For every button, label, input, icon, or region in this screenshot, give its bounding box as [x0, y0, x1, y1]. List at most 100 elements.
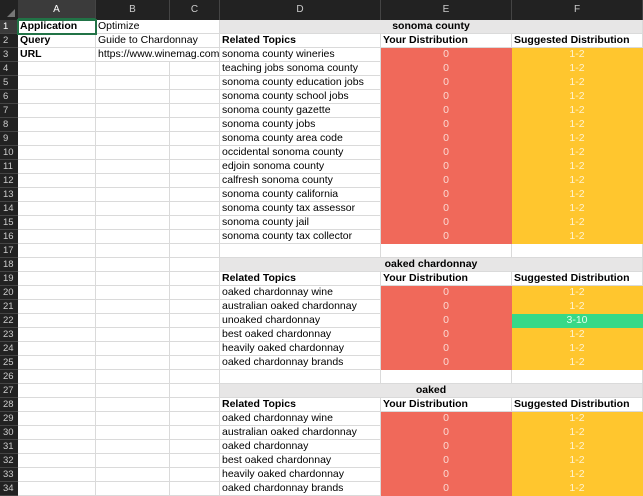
- cell[interactable]: [96, 146, 170, 160]
- header-suggested-distribution[interactable]: Suggested Distribution: [512, 398, 643, 412]
- cell[interactable]: [96, 300, 170, 314]
- your-distribution-value[interactable]: 0: [381, 160, 512, 174]
- cell[interactable]: [170, 370, 220, 384]
- cell[interactable]: [18, 90, 96, 104]
- suggested-distribution-value[interactable]: 3-10: [512, 314, 643, 328]
- cell[interactable]: [170, 244, 220, 258]
- suggested-distribution-value[interactable]: 1-2: [512, 146, 643, 160]
- row-header[interactable]: 10: [0, 146, 18, 160]
- suggested-distribution-value[interactable]: 1-2: [512, 118, 643, 132]
- your-distribution-value[interactable]: 0: [381, 104, 512, 118]
- cell[interactable]: [96, 104, 170, 118]
- section-title[interactable]: oaked: [220, 384, 643, 398]
- header-your-distribution[interactable]: Your Distribution: [381, 398, 512, 412]
- cell[interactable]: [381, 370, 512, 384]
- cell[interactable]: [18, 328, 96, 342]
- info-label[interactable]: Application: [17, 19, 97, 35]
- your-distribution-value[interactable]: 0: [381, 356, 512, 370]
- cell[interactable]: [18, 202, 96, 216]
- cell[interactable]: [170, 272, 220, 286]
- column-header-B[interactable]: B: [96, 0, 170, 20]
- cell[interactable]: [18, 272, 96, 286]
- row-header[interactable]: 14: [0, 202, 18, 216]
- suggested-distribution-value[interactable]: 1-2: [512, 468, 643, 482]
- related-topic[interactable]: teaching jobs sonoma county: [220, 62, 381, 76]
- header-related-topics[interactable]: Related Topics: [220, 34, 381, 48]
- section-title[interactable]: sonoma county: [220, 20, 643, 34]
- cell[interactable]: [18, 146, 96, 160]
- info-value[interactable]: Optimize: [96, 20, 220, 34]
- suggested-distribution-value[interactable]: 1-2: [512, 454, 643, 468]
- related-topic[interactable]: edjoin sonoma county: [220, 160, 381, 174]
- your-distribution-value[interactable]: 0: [381, 286, 512, 300]
- cell[interactable]: [170, 440, 220, 454]
- row-header[interactable]: 32: [0, 454, 18, 468]
- cell[interactable]: [18, 370, 96, 384]
- related-topic[interactable]: sonoma county education jobs: [220, 76, 381, 90]
- related-topic[interactable]: best oaked chardonnay: [220, 454, 381, 468]
- cell[interactable]: [18, 118, 96, 132]
- cell[interactable]: [96, 454, 170, 468]
- related-topic[interactable]: sonoma county california: [220, 188, 381, 202]
- your-distribution-value[interactable]: 0: [381, 216, 512, 230]
- cell[interactable]: [96, 76, 170, 90]
- cell[interactable]: [96, 412, 170, 426]
- your-distribution-value[interactable]: 0: [381, 426, 512, 440]
- cell[interactable]: [18, 132, 96, 146]
- header-your-distribution[interactable]: Your Distribution: [381, 34, 512, 48]
- cell[interactable]: [170, 300, 220, 314]
- cell[interactable]: [170, 328, 220, 342]
- cell[interactable]: [96, 258, 170, 272]
- suggested-distribution-value[interactable]: 1-2: [512, 230, 643, 244]
- cell[interactable]: [18, 314, 96, 328]
- suggested-distribution-value[interactable]: 1-2: [512, 202, 643, 216]
- related-topic[interactable]: australian oaked chardonnay: [220, 426, 381, 440]
- cell[interactable]: [18, 468, 96, 482]
- cell[interactable]: [96, 370, 170, 384]
- row-header[interactable]: 28: [0, 398, 18, 412]
- cell[interactable]: [170, 426, 220, 440]
- cell[interactable]: [96, 244, 170, 258]
- your-distribution-value[interactable]: 0: [381, 314, 512, 328]
- select-all-button[interactable]: [0, 0, 18, 20]
- cell[interactable]: [96, 132, 170, 146]
- cell[interactable]: [170, 146, 220, 160]
- row-header[interactable]: 3: [0, 48, 18, 62]
- related-topic[interactable]: sonoma county jail: [220, 216, 381, 230]
- your-distribution-value[interactable]: 0: [381, 146, 512, 160]
- suggested-distribution-value[interactable]: 1-2: [512, 286, 643, 300]
- cell[interactable]: [18, 426, 96, 440]
- suggested-distribution-value[interactable]: 1-2: [512, 342, 643, 356]
- cell[interactable]: [96, 384, 170, 398]
- cell[interactable]: [170, 160, 220, 174]
- row-header[interactable]: 9: [0, 132, 18, 146]
- your-distribution-value[interactable]: 0: [381, 300, 512, 314]
- row-header[interactable]: 27: [0, 384, 18, 398]
- column-header-C[interactable]: C: [170, 0, 220, 20]
- cell[interactable]: [170, 314, 220, 328]
- suggested-distribution-value[interactable]: 1-2: [512, 412, 643, 426]
- cell[interactable]: [96, 286, 170, 300]
- related-topic[interactable]: sonoma county tax assessor: [220, 202, 381, 216]
- row-header[interactable]: 1: [0, 20, 18, 34]
- info-label[interactable]: Query: [18, 34, 96, 48]
- cell[interactable]: [170, 62, 220, 76]
- cell[interactable]: [170, 342, 220, 356]
- related-topic[interactable]: sonoma county gazette: [220, 104, 381, 118]
- cell[interactable]: [170, 174, 220, 188]
- related-topic[interactable]: heavily oaked chardonnay: [220, 342, 381, 356]
- row-header[interactable]: 21: [0, 300, 18, 314]
- cell[interactable]: [18, 230, 96, 244]
- row-header[interactable]: 33: [0, 468, 18, 482]
- cell[interactable]: [170, 356, 220, 370]
- cell[interactable]: [18, 244, 96, 258]
- cell[interactable]: [18, 188, 96, 202]
- column-header-F[interactable]: F: [512, 0, 643, 20]
- cell[interactable]: [96, 62, 170, 76]
- your-distribution-value[interactable]: 0: [381, 440, 512, 454]
- row-header[interactable]: 7: [0, 104, 18, 118]
- cell[interactable]: [220, 244, 381, 258]
- cell[interactable]: [96, 342, 170, 356]
- section-title[interactable]: oaked chardonnay: [220, 258, 643, 272]
- cell[interactable]: [170, 454, 220, 468]
